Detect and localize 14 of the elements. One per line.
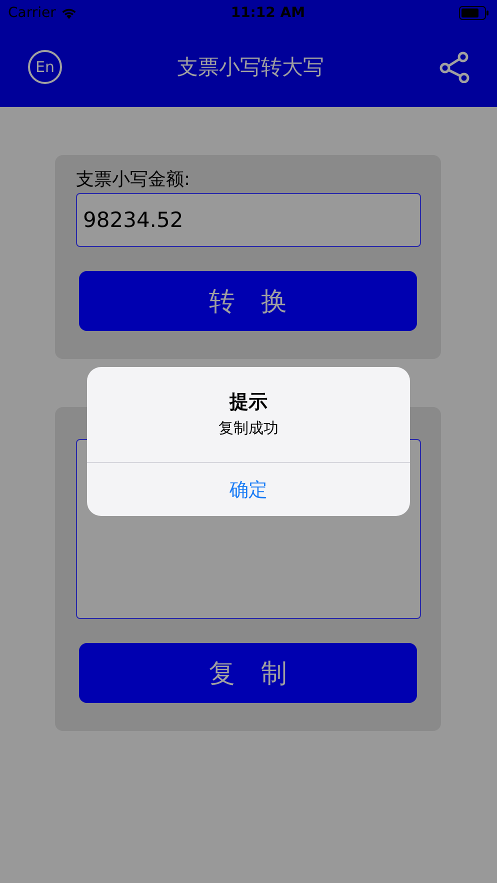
language-button[interactable]: En	[28, 50, 62, 84]
wifi-icon	[60, 7, 77, 19]
alert-message: 复制成功	[218, 419, 278, 438]
alert-title: 提示	[230, 390, 268, 415]
copy-button[interactable]: 复 制	[79, 643, 417, 703]
amount-label: 支票小写金额:	[76, 168, 192, 192]
battery-icon	[458, 6, 489, 20]
carrier-label: Carrier	[8, 5, 56, 21]
share-icon[interactable]	[439, 50, 471, 82]
status-time: 11:12 AM	[230, 5, 306, 21]
amount-input[interactable]: 98234.52	[76, 193, 421, 247]
convert-button[interactable]: 转 换	[79, 271, 417, 331]
nav-title: 支票小写转大写	[177, 54, 324, 80]
confirm-button[interactable]: 确定	[87, 463, 410, 516]
